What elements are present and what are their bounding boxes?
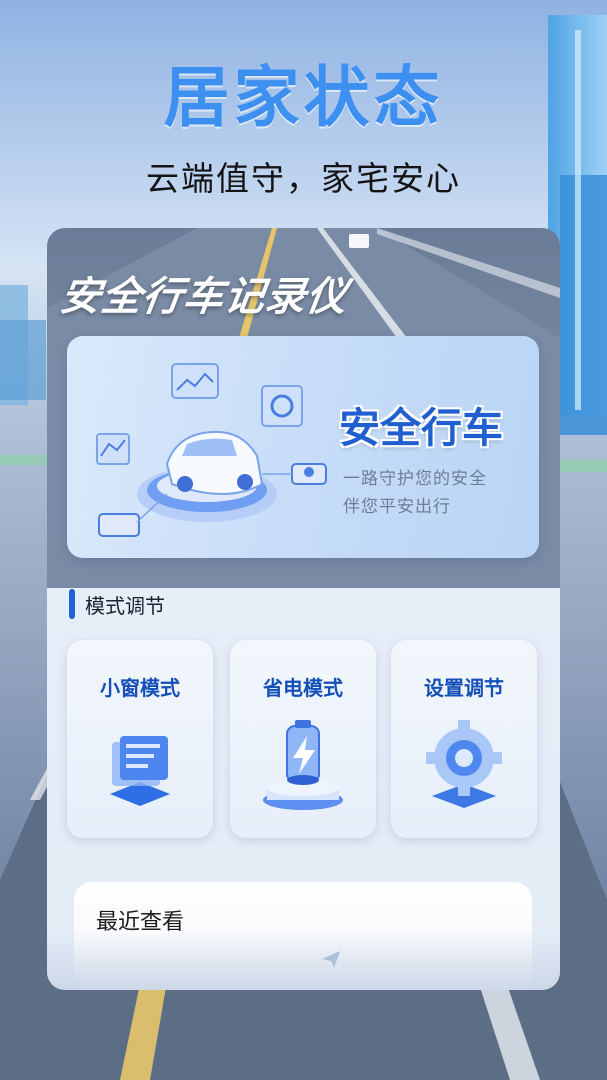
tile-settings-adjust[interactable]: 设置调节 [391,640,537,838]
battery-charging-icon [263,720,343,810]
car-illustration-icon [96,363,327,537]
hero-title: 居家状态 [163,59,444,136]
section-label: 模式调节 [85,593,165,618]
window-stack-icon [110,736,170,806]
safe-driving-banner[interactable]: 安全行车 一路守护您的安全 伴您平安出行 [67,336,539,558]
tile-label: 设置调节 [424,676,504,700]
dashcam-card: 安全行车记录仪 安全行车 一路守护您的安全 伴您平安出行 模式调节 小窗模式 省… [47,228,560,990]
gear-settings-icon [426,720,502,808]
app-screen: 居家状态 云端值守，家宅安心 安全行车记录仪 安全行车 一路守护您的安全 伴您平… [0,0,607,1080]
tile-label: 小窗模式 [100,676,180,700]
mode-section-header: 模式调节 [69,588,165,620]
card-heading: 安全行车记录仪 [57,273,351,320]
tile-power-saving-mode[interactable]: 省电模式 [230,640,376,838]
hero-subtitle: 云端值守，家宅安心 [146,159,461,198]
banner-title: 安全行车 [339,404,503,452]
banner-line-2: 伴您平安出行 [343,497,451,517]
section-accent-bar [69,589,75,619]
banner-line-1: 一路守护您的安全 [343,469,487,489]
tile-mini-window-mode[interactable]: 小窗模式 [67,640,213,838]
tile-label: 省电模式 [263,676,343,700]
card-bottom-fade [47,930,560,990]
